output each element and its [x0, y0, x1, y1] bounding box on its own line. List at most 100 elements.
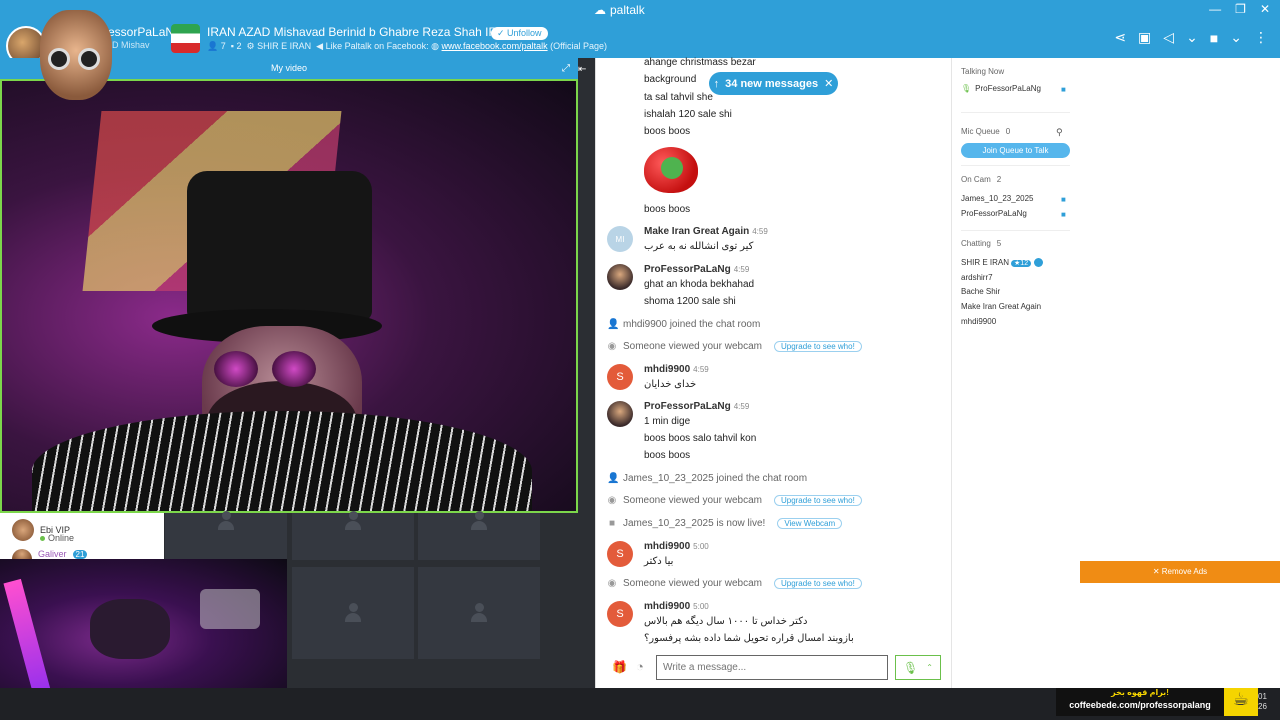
coffee-ad-link: coffeebede.com/professorpalang: [1069, 700, 1211, 710]
avatar[interactable]: S: [607, 541, 633, 567]
chat-sender[interactable]: Make Iran Great Again 4:59: [644, 226, 768, 237]
camera-icon[interactable]: ■: [1061, 210, 1066, 219]
user-badge-count: 12: [1020, 260, 1029, 267]
avatar[interactable]: MI: [607, 226, 633, 252]
chat-user-item[interactable]: mhdi9900: [961, 317, 996, 326]
message-input[interactable]: [656, 655, 888, 680]
chat-user-item[interactable]: ardshirr7: [961, 273, 993, 282]
remove-ads-button[interactable]: ✕ Remove Ads: [1080, 561, 1280, 583]
expand-icon[interactable]: ⤢: [562, 63, 570, 74]
chat-sender[interactable]: mhdi9900 4:59: [644, 364, 709, 375]
online-status: Online: [40, 533, 74, 543]
chat-line: ishalah 120 sale shi: [644, 109, 732, 120]
arrow-up-icon: ↑: [713, 77, 720, 90]
talking-now-heading: Talking Now: [961, 67, 1005, 76]
share-icon[interactable]: ⋖: [1114, 29, 1126, 46]
megaphone-icon[interactable]: ◁: [1163, 29, 1174, 46]
chat-line: boos boos: [644, 450, 691, 461]
mic-button[interactable]: 🎙 ⌃: [895, 655, 941, 680]
room-meta: 👤 7 ▪ 2 ⚙ SHIR E IRAN ◀ Like Paltalk on …: [207, 41, 607, 52]
maximize-button[interactable]: ❐: [1235, 2, 1246, 16]
system-message: ■ James_10_23_2025 is now live! View Webca…: [607, 518, 843, 529]
camera-icon[interactable]: ■: [1210, 30, 1218, 46]
room-owner[interactable]: SHIR E IRAN: [257, 41, 311, 51]
avatar[interactable]: S: [607, 601, 633, 627]
mic-icon: 🎙: [903, 660, 919, 675]
divider: [961, 230, 1070, 231]
user-placeholder-icon: [471, 603, 487, 623]
system-message: ◉ Someone viewed your webcam Upgrade to se…: [607, 495, 862, 506]
chevron-down-icon[interactable]: ⌄: [1186, 29, 1198, 46]
video-suit: [32, 411, 532, 511]
chat-user-item[interactable]: SHIR E IRAN ★12: [961, 258, 1044, 268]
chat-user-item[interactable]: Bache Shir: [961, 287, 1000, 296]
heart-frog-sticker: [644, 147, 698, 193]
camera-slot[interactable]: [165, 511, 287, 560]
chat-line: کیر توی انشالله نه به عرب: [644, 241, 754, 252]
unfollow-button[interactable]: ✓ Unfollow: [491, 27, 548, 40]
camera-slot[interactable]: [292, 567, 414, 659]
user-placeholder-icon: [345, 603, 361, 623]
chat-user-item[interactable]: Make Iran Great Again: [961, 302, 1041, 311]
cam-user-item[interactable]: ProFessorPaLaNg: [961, 209, 1027, 218]
user-placeholder-icon: [345, 511, 361, 531]
new-messages-button[interactable]: ↑ 34 new messages ✕: [709, 72, 838, 95]
chat-sender[interactable]: ProFessorPaLaNg 4:59: [644, 264, 749, 275]
chat-sender[interactable]: mhdi9900 5:00: [644, 541, 709, 552]
camera-icon[interactable]: ■: [1061, 85, 1066, 94]
talker-item[interactable]: 🎙 ProFessorPaLaNg: [961, 84, 1041, 93]
chat-sender[interactable]: ProFessorPaLaNg 4:59: [644, 401, 749, 412]
header-user-sub: AD Mishav: [106, 40, 150, 50]
system-text: James_10_23_2025 is now live!: [623, 518, 766, 529]
sender-name: mhdi9900: [644, 601, 691, 612]
chatting-label: Chatting: [961, 239, 991, 248]
mic-queue-label: Mic Queue: [961, 127, 1000, 136]
chat-line: خدای خدایان: [644, 379, 697, 390]
close-icon[interactable]: ✕: [824, 77, 833, 90]
camera-slot[interactable]: [418, 567, 540, 659]
search-icon[interactable]: ⚲: [1056, 127, 1063, 138]
facebook-link[interactable]: www.facebook.com/paltalk: [442, 41, 548, 51]
emoji-icon[interactable]: ◔: [636, 659, 644, 674]
upgrade-button[interactable]: Upgrade to see who!: [773, 495, 862, 506]
message-time: 4:59: [752, 227, 768, 236]
gift-icon[interactable]: ▣: [1138, 29, 1151, 46]
join-queue-button[interactable]: Join Queue to Talk: [961, 143, 1070, 158]
video-hat: [187, 171, 372, 321]
camera-icon[interactable]: ■: [1061, 195, 1066, 204]
chat-line: بیا دکتر: [644, 556, 674, 567]
globe-icon: ◍: [431, 41, 440, 51]
collapse-panel-icon[interactable]: ⇤: [578, 64, 586, 75]
upgrade-button[interactable]: Upgrade to see who!: [773, 578, 862, 589]
avatar[interactable]: [607, 264, 633, 290]
close-icon: ✕: [1152, 567, 1160, 576]
avatar[interactable]: S: [607, 364, 633, 390]
users-icon: 👤: [207, 41, 219, 51]
chevron-down-icon[interactable]: ⌄: [1230, 29, 1242, 46]
chat-line: 1 min dige: [644, 416, 691, 427]
cam-user-item[interactable]: James_10_23_2025: [961, 194, 1034, 203]
gift-icon[interactable]: 🎁: [612, 660, 627, 674]
coffee-ad-text: برام قهوه بخر!: [1111, 688, 1169, 697]
my-video-feed[interactable]: [0, 79, 578, 513]
clock-line-1: 01: [1258, 692, 1267, 701]
system-text: Someone viewed your webcam: [623, 495, 762, 506]
more-icon[interactable]: ⋮: [1254, 29, 1268, 46]
message-time: 4:59: [733, 265, 750, 274]
side-user-item[interactable]: Galiver 21: [12, 549, 88, 559]
verified-icon: [1034, 258, 1044, 268]
minimize-button[interactable]: —: [1209, 2, 1221, 16]
mic-count: 2: [236, 41, 242, 51]
message-time: 4:59: [693, 365, 709, 374]
chat-sender[interactable]: mhdi9900 5:00: [644, 601, 709, 612]
camera-slot[interactable]: [292, 511, 414, 560]
avatar[interactable]: [607, 401, 633, 427]
side-user-status: Online: [48, 533, 75, 543]
camera-slot[interactable]: [418, 511, 540, 560]
upgrade-button[interactable]: Upgrade to see who!: [773, 341, 862, 352]
view-webcam-button[interactable]: View Webcam: [777, 518, 843, 529]
video-person: [90, 599, 170, 659]
user-badge: ★12: [1011, 260, 1032, 267]
close-button[interactable]: ✕: [1260, 2, 1270, 16]
eye-icon: ◉: [607, 495, 617, 506]
